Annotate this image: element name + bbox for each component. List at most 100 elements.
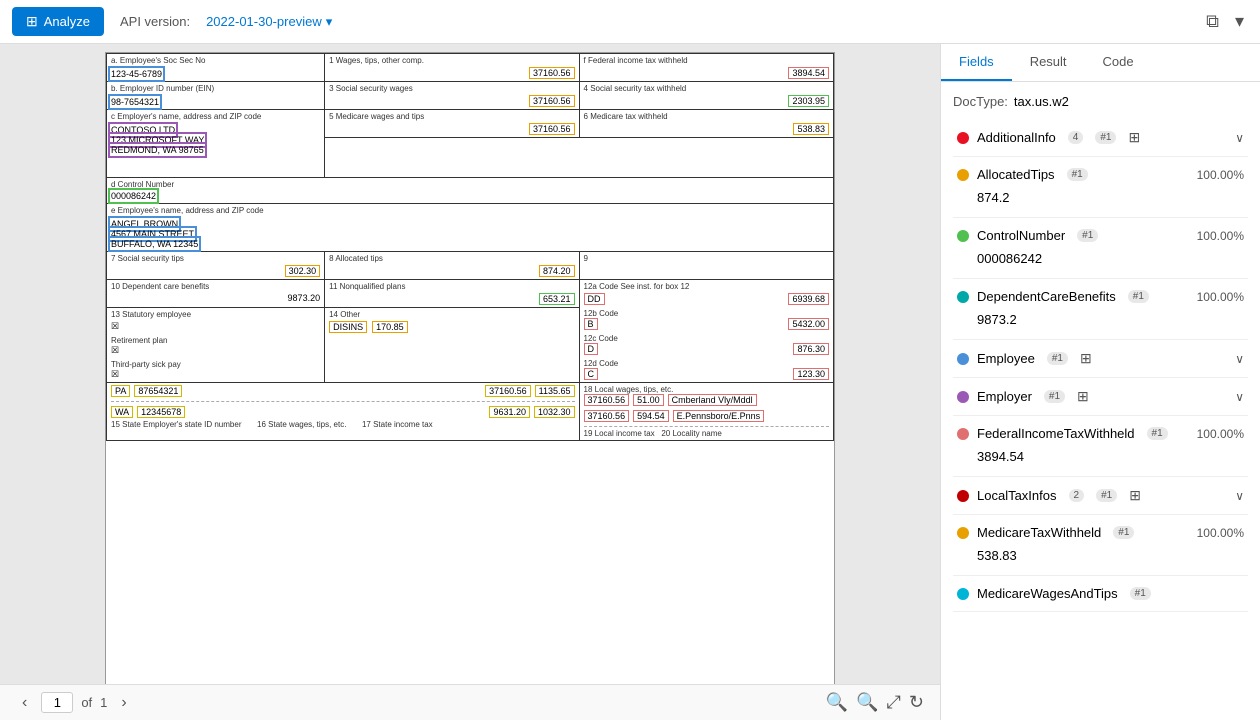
- field-header-employee[interactable]: Employee #1 ⊞ ∨: [953, 344, 1248, 373]
- zoom-out-button[interactable]: 🔍: [826, 692, 848, 713]
- state2-value: WA: [111, 406, 133, 418]
- field-name-federalincometaxwithheld: FederalIncomeTaxWithheld: [977, 426, 1135, 441]
- employer-name-cell: c Employer's name, address and ZIP code …: [107, 110, 325, 178]
- val12c-value: 876.30: [793, 343, 829, 355]
- field-value-dependentcarebenefits: 9873.2: [953, 310, 1248, 335]
- field-header-allocatedtips[interactable]: AllocatedTips #1 100.00%: [953, 161, 1248, 188]
- field-item-medicaretaxwithheld: MedicareTaxWithheld #1 100.00% 538.83: [953, 519, 1248, 571]
- tab-fields[interactable]: Fields: [941, 44, 1012, 81]
- disins-value: 170.85: [372, 321, 408, 333]
- field-dot-medicaretaxwithheld: [957, 527, 969, 539]
- page-of-label: of: [81, 695, 92, 710]
- field-instance-employee: #1: [1047, 352, 1068, 365]
- field-instance-medicarewagesandtips: #1: [1130, 587, 1151, 600]
- state-wages1-value: 37160.56: [485, 385, 531, 397]
- prev-page-button[interactable]: ‹: [16, 692, 33, 714]
- field-badge-additionalinfo: 4: [1068, 131, 1084, 144]
- field-item-employer: Employer #1 ⊞ ∨: [953, 382, 1248, 411]
- disins-label: DISINS: [329, 321, 367, 333]
- field-item-medicarewagesandtips: MedicareWagesAndTips #1: [953, 580, 1248, 607]
- state-tax1-value: 1135.65: [535, 385, 575, 397]
- table-row: 10 Dependent care benefits 9873.20 11 No…: [107, 280, 834, 308]
- local-tax2-value: 594.54: [633, 410, 669, 422]
- document-content: a. Employee's Soc Sec No 123-45-6789 1 W…: [0, 44, 940, 684]
- med-wages-value: 37160.56: [529, 123, 575, 135]
- chevron-additionalinfo[interactable]: ∨: [1235, 131, 1244, 145]
- wages-value: 37160.56: [529, 67, 575, 79]
- field-header-localtaxinfos[interactable]: LocalTaxInfos 2 #1 ⊞ ∨: [953, 481, 1248, 510]
- ss-wages-cell: 3 Social security wages 37160.56: [325, 82, 579, 110]
- chevron-down-icon-button[interactable]: ▾: [1231, 7, 1248, 36]
- nonqual-cell: 11 Nonqualified plans 653.21: [325, 280, 579, 308]
- field-name-allocatedtips: AllocatedTips: [977, 167, 1055, 182]
- toolbar-right: ⧉ ▾: [1202, 7, 1248, 36]
- field-dot-dependentcarebenefits: [957, 291, 969, 303]
- field-header-controlnumber[interactable]: ControlNumber #1 100.00%: [953, 222, 1248, 249]
- document-toolbar: ‹ 1 of 1 › 🔍 🔍 ⤢ ↻: [0, 684, 940, 720]
- ss-tips-value: 302.30: [285, 265, 321, 277]
- val12b-value: 5432.00: [788, 318, 829, 330]
- field-header-employer[interactable]: Employer #1 ⊞ ∨: [953, 382, 1248, 411]
- table-row: b. Employer ID number (EIN) 98-7654321 3…: [107, 82, 834, 110]
- table-icon-employee: ⊞: [1080, 350, 1092, 367]
- tab-result[interactable]: Result: [1012, 44, 1085, 81]
- dep-care-cell: 10 Dependent care benefits 9873.20: [107, 280, 325, 308]
- field-header-medicarewagesandtips[interactable]: MedicareWagesAndTips #1: [953, 580, 1248, 607]
- field-name-medicaretaxwithheld: MedicareTaxWithheld: [977, 525, 1101, 540]
- code12d-value: C: [584, 368, 599, 380]
- next-page-button[interactable]: ›: [115, 692, 132, 714]
- fit-button[interactable]: ⤢: [887, 692, 901, 713]
- field-header-medicaretaxwithheld[interactable]: MedicareTaxWithheld #1 100.00%: [953, 519, 1248, 546]
- page-number-input[interactable]: 1: [41, 692, 73, 713]
- field-item-dependentcarebenefits: DependentCareBenefits #1 100.00% 9873.2: [953, 283, 1248, 335]
- field-instance-federalincometaxwithheld: #1: [1147, 427, 1168, 440]
- field-instance-allocatedtips: #1: [1067, 168, 1088, 181]
- alloc-tips-value: 874.20: [539, 265, 575, 277]
- local-tax1-value: 51.00: [633, 394, 664, 406]
- document-viewer: a. Employee's Soc Sec No 123-45-6789 1 W…: [0, 44, 940, 720]
- local-wages2-value: 37160.56: [584, 410, 630, 422]
- field-dot-additionalinfo: [957, 132, 969, 144]
- field-value-controlnumber: 000086242: [953, 249, 1248, 274]
- tab-code[interactable]: Code: [1085, 44, 1152, 81]
- alloc-tips-cell: 8 Allocated tips 874.20: [325, 252, 579, 280]
- state-tax2-value: 1032.30: [534, 406, 575, 418]
- zoom-in-button[interactable]: 🔍: [856, 692, 878, 713]
- employer-spacer: [325, 138, 834, 178]
- page-navigation: ‹ 1 of 1 ›: [16, 692, 133, 714]
- w2-form: a. Employee's Soc Sec No 123-45-6789 1 W…: [105, 52, 835, 684]
- rotate-button[interactable]: ↻: [909, 692, 924, 713]
- table-row: e Employee's name, address and ZIP code …: [107, 204, 834, 252]
- table-icon-additionalinfo: ⊞: [1128, 129, 1140, 146]
- fed-tax-cell: f Federal income tax withheld 3894.54: [579, 54, 833, 82]
- chevron-employer[interactable]: ∨: [1235, 390, 1244, 404]
- field-item-localtaxinfos: LocalTaxInfos 2 #1 ⊞ ∨: [953, 481, 1248, 510]
- field-value-medicaretaxwithheld: 538.83: [953, 546, 1248, 571]
- api-version-selector[interactable]: 2022-01-30-preview ▾: [206, 14, 332, 30]
- locality1-value: Cmberland Vly/Mddl: [668, 394, 757, 406]
- state-id2-value: 12345678: [137, 406, 185, 418]
- code12b-value: B: [584, 318, 598, 330]
- other-cell: 14 Other DISINS 170.85: [325, 308, 579, 383]
- field-header-dependentcarebenefits[interactable]: DependentCareBenefits #1 100.00%: [953, 283, 1248, 310]
- code12a-value: DD: [584, 293, 605, 305]
- employer-addr1-value: 123 MICROSOFT WAY: [111, 135, 204, 145]
- analyze-icon: ⊞: [26, 13, 38, 30]
- table-row: d Control Number 000086242: [107, 178, 834, 204]
- analyze-button[interactable]: ⊞ Analyze: [12, 7, 104, 36]
- field-header-federalincometaxwithheld[interactable]: FederalIncomeTaxWithheld #1 100.00%: [953, 420, 1248, 447]
- layers-icon-button[interactable]: ⧉: [1202, 7, 1223, 36]
- field-dot-controlnumber: [957, 230, 969, 242]
- field-instance-medicaretaxwithheld: #1: [1113, 526, 1134, 539]
- med-tax-cell: 6 Medicare tax withheld 538.83: [579, 110, 833, 138]
- chevron-localtaxinfos[interactable]: ∨: [1235, 489, 1244, 503]
- field-instance-additionalinfo: #1: [1095, 131, 1116, 144]
- chevron-employee[interactable]: ∨: [1235, 352, 1244, 366]
- field-name-localtaxinfos: LocalTaxInfos: [977, 488, 1057, 503]
- field-header-additionalinfo[interactable]: AdditionalInfo 4 #1 ⊞ ∨: [953, 123, 1248, 152]
- control-number-cell: d Control Number 000086242: [107, 178, 834, 204]
- field-item-allocatedtips: AllocatedTips #1 100.00% 874.2: [953, 161, 1248, 213]
- med-wages-cell: 5 Medicare wages and tips 37160.56: [325, 110, 579, 138]
- field-item-additionalinfo: AdditionalInfo 4 #1 ⊞ ∨: [953, 123, 1248, 152]
- employee-name-value: ANGEL BROWN: [111, 219, 178, 229]
